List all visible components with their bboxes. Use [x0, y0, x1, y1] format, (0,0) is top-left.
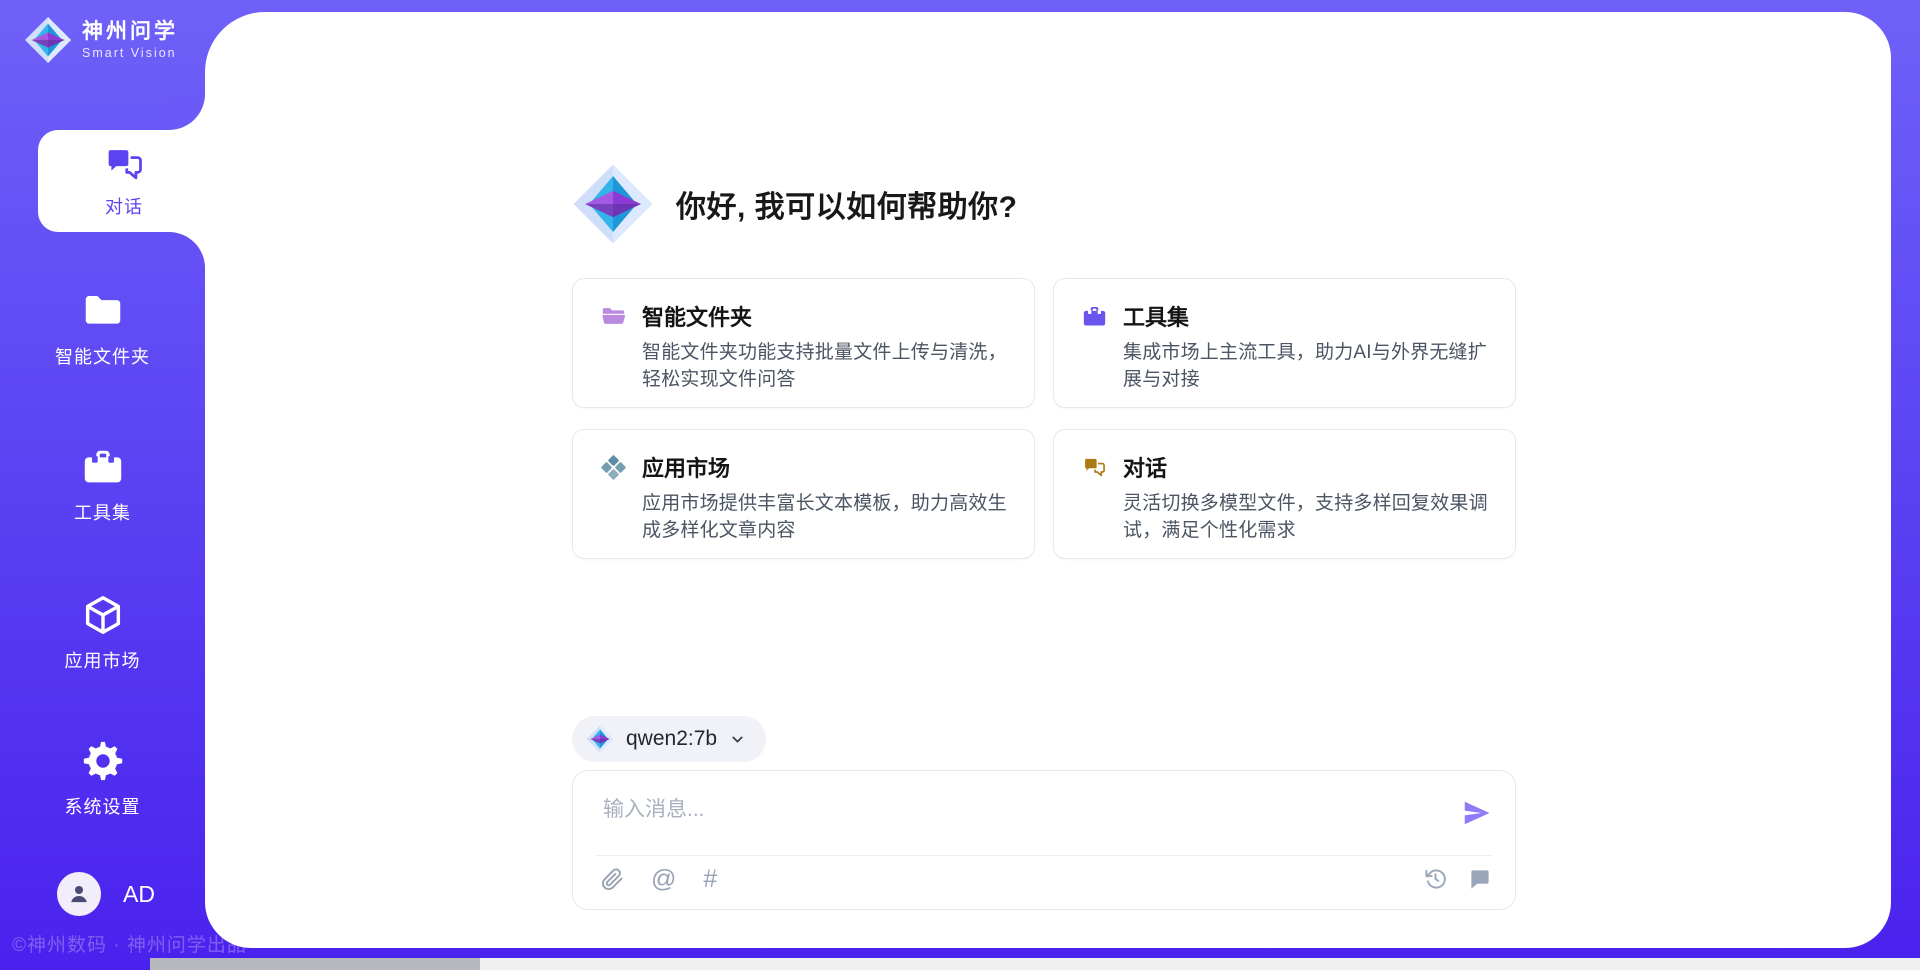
card-app-market[interactable]: 应用市场 应用市场提供丰富长文本模板，助力高效生成多样化文章内容 — [572, 429, 1035, 559]
briefcase-icon — [1081, 303, 1108, 330]
scrollbar-thumb[interactable] — [150, 958, 480, 970]
sidebar-item-label: 系统设置 — [65, 793, 141, 819]
active-tab-fillet-bottom — [169, 232, 205, 268]
grid-icon — [600, 454, 627, 481]
chat-bubbles-icon — [102, 143, 146, 187]
composer-divider — [595, 855, 1493, 856]
app-window: 神州问学 Smart Vision 对话 智能文件夹 — [0, 0, 1920, 970]
card-chat[interactable]: 对话 灵活切换多模型文件，支持多样回复效果调试，满足个性化需求 — [1053, 429, 1516, 559]
main-panel: 你好, 我可以如何帮助你? 智能文件夹 智能文件夹功能支持批量文件上传与清洗，轻… — [205, 12, 1891, 948]
card-description: 灵活切换多模型文件，支持多样回复效果调试，满足个性化需求 — [1123, 491, 1491, 545]
mention-button[interactable]: @ — [651, 867, 676, 892]
hash-button[interactable]: # — [703, 867, 717, 892]
user-account[interactable]: AD — [57, 872, 155, 916]
mention-icon: @ — [651, 867, 676, 892]
greeting-gem-icon — [572, 161, 654, 247]
composer-toolbar-right — [1424, 867, 1491, 893]
history-button[interactable] — [1424, 867, 1447, 893]
sidebar-item-label: 智能文件夹 — [55, 343, 150, 369]
hash-icon: # — [703, 867, 717, 892]
message-input[interactable] — [601, 791, 1445, 847]
composer-toolbar-left: @ # — [601, 867, 717, 892]
brand-subtitle: Smart Vision — [82, 46, 178, 60]
sidebar-item-smart-folder[interactable]: 智能文件夹 — [0, 288, 205, 369]
send-button[interactable] — [1461, 797, 1493, 829]
card-description: 应用市场提供丰富长文本模板，助力高效生成多样化文章内容 — [642, 491, 1010, 545]
attach-icon — [601, 868, 624, 891]
sidebar-item-settings[interactable]: 系统设置 — [0, 738, 205, 819]
hero-section: 你好, 我可以如何帮助你? 智能文件夹 智能文件夹功能支持批量文件上传与清洗，轻… — [572, 160, 1516, 559]
feedback-button[interactable] — [1468, 867, 1491, 893]
message-composer: @ # — [572, 770, 1516, 910]
sidebar-item-label: 工具集 — [74, 499, 131, 525]
active-tab-fillet-top — [169, 94, 205, 130]
folder-open-icon — [600, 303, 627, 330]
model-name: qwen2:7b — [626, 727, 717, 751]
card-toolkit[interactable]: 工具集 集成市场上主流工具，助力AI与外界无缝扩展与对接 — [1053, 278, 1516, 408]
brand-name: 神州问学 — [82, 20, 178, 43]
model-selector[interactable]: qwen2:7b — [572, 716, 766, 762]
chevron-down-icon — [729, 731, 746, 748]
card-title: 智能文件夹 — [642, 300, 752, 332]
avatar — [57, 872, 101, 916]
sidebar-item-app-market[interactable]: 应用市场 — [0, 592, 205, 673]
brand-gem-icon — [24, 16, 72, 64]
person-icon — [66, 881, 92, 907]
folder-icon — [80, 288, 126, 334]
card-smart-folder[interactable]: 智能文件夹 智能文件夹功能支持批量文件上传与清洗，轻松实现文件问答 — [572, 278, 1035, 408]
sidebar-item-toolkit[interactable]: 工具集 — [0, 444, 205, 525]
cube-icon — [80, 592, 126, 638]
sidebar: 神州问学 Smart Vision 对话 智能文件夹 — [0, 0, 205, 970]
card-title: 应用市场 — [642, 451, 730, 483]
briefcase-icon — [80, 444, 126, 490]
feature-cards: 智能文件夹 智能文件夹功能支持批量文件上传与清洗，轻松实现文件问答 工具集 — [572, 278, 1516, 559]
copyright-text: ©神州数码 · 神州问学出品 — [12, 930, 247, 957]
card-title: 对话 — [1123, 451, 1167, 483]
sidebar-item-label: 对话 — [105, 193, 143, 219]
feedback-bubble-icon — [1468, 867, 1491, 890]
card-description: 智能文件夹功能支持批量文件上传与清洗，轻松实现文件问答 — [642, 340, 1010, 394]
model-gem-icon — [586, 725, 614, 753]
send-icon — [1461, 797, 1493, 829]
greeting-text: 你好, 我可以如何帮助你? — [676, 182, 1018, 226]
sidebar-item-chat[interactable]: 对话 — [38, 130, 210, 232]
brand: 神州问学 Smart Vision — [24, 16, 178, 64]
gear-icon — [80, 738, 126, 784]
card-title: 工具集 — [1123, 300, 1189, 332]
chat-bubbles-icon — [1081, 454, 1108, 481]
sidebar-item-label: 应用市场 — [65, 647, 141, 673]
history-icon — [1424, 867, 1447, 890]
attach-button[interactable] — [601, 868, 624, 891]
user-name: AD — [123, 881, 155, 908]
horizontal-scrollbar[interactable] — [150, 958, 1920, 970]
card-description: 集成市场上主流工具，助力AI与外界无缝扩展与对接 — [1123, 340, 1491, 394]
